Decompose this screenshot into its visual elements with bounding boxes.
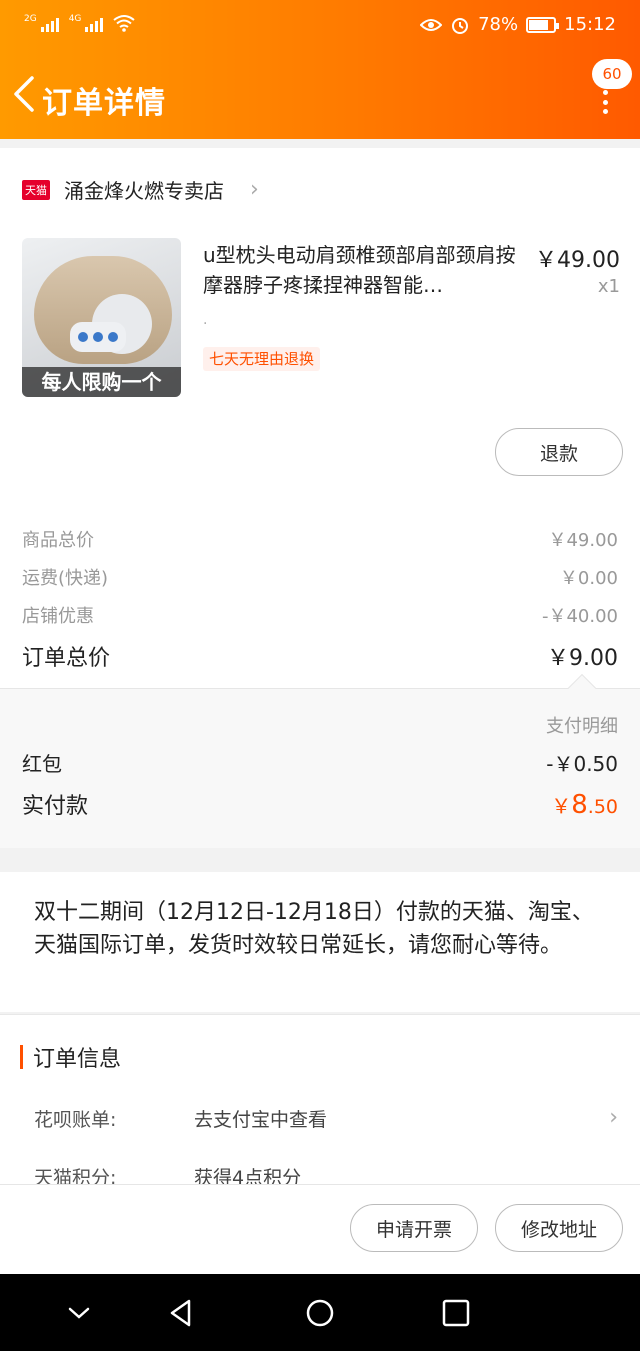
message-count-badge[interactable]: 60 bbox=[592, 59, 632, 89]
paid-amount-label: 实付款 bbox=[22, 794, 89, 819]
page-title: 订单详情 bbox=[42, 86, 166, 121]
app-header: 2G 4G 78% 15:12 订单详情 60 bbox=[0, 0, 640, 139]
wifi-icon bbox=[113, 15, 136, 32]
section-accent-bar bbox=[20, 1045, 23, 1069]
back-icon[interactable] bbox=[10, 74, 40, 114]
huabei-row[interactable]: 花呗账单: 去支付宝中查看 › bbox=[34, 1105, 618, 1132]
battery-icon bbox=[526, 16, 560, 33]
clock: 15:12 bbox=[564, 14, 616, 35]
product-title[interactable]: u型枕头电动肩颈椎颈部肩部颈肩按摩器脖子疼揉捏神器智能… bbox=[203, 240, 525, 300]
red-packet-label: 红包 bbox=[22, 752, 62, 776]
shop-link[interactable]: 天猫 涌金烽火燃专卖店 › bbox=[22, 175, 259, 204]
more-menu-icon[interactable] bbox=[600, 90, 610, 114]
status-bar: 2G 4G 78% 15:12 bbox=[0, 0, 640, 54]
payment-detail-row: 支付明细 bbox=[22, 712, 618, 738]
paid-currency: ￥ bbox=[551, 794, 572, 818]
shop-name: 涌金烽火燃专卖店 bbox=[64, 179, 224, 203]
change-address-button[interactable]: 修改地址 bbox=[495, 1204, 623, 1252]
order-total-value: ￥9.00 bbox=[547, 646, 618, 671]
paid-decimal: .50 bbox=[587, 796, 618, 818]
pillow-illustration bbox=[34, 256, 172, 364]
home-nav-icon[interactable] bbox=[305, 1298, 335, 1328]
goods-total-row: 商品总价 ￥49.00 bbox=[22, 526, 618, 552]
shop-discount-value: -￥40.00 bbox=[541, 606, 618, 627]
huabei-value: 去支付宝中查看 bbox=[194, 1109, 328, 1131]
shop-discount-row: 店铺优惠 -￥40.00 bbox=[22, 602, 618, 628]
huabei-label: 花呗账单: bbox=[34, 1109, 117, 1131]
eye-icon bbox=[420, 18, 443, 31]
shop-discount-label: 店铺优惠 bbox=[22, 606, 94, 627]
goods-total-value: ￥49.00 bbox=[548, 530, 618, 551]
paid-amount-value: ￥8.50 bbox=[551, 790, 618, 820]
red-packet-value: -￥0.50 bbox=[546, 752, 618, 776]
paid-amount-row: 实付款 ￥8.50 bbox=[22, 788, 618, 820]
back-nav-icon[interactable] bbox=[167, 1298, 197, 1328]
shipping-notice: 双十二期间（12月12日-12月18日）付款的天猫、淘宝、天猫国际订单，发货时效… bbox=[0, 872, 640, 1012]
product-quantity: x1 bbox=[597, 276, 620, 297]
alarm-icon bbox=[452, 17, 469, 34]
battery-fill bbox=[529, 19, 548, 30]
order-info-title: 订单信息 bbox=[33, 1047, 122, 1072]
hide-nav-icon[interactable] bbox=[64, 1298, 94, 1328]
chevron-right-icon: › bbox=[250, 177, 259, 202]
signal-icon-1: 2G bbox=[24, 14, 59, 32]
shipping-notice-text: 双十二期间（12月12日-12月18日）付款的天猫、淘宝、天猫国际订单，发货时效… bbox=[34, 900, 594, 958]
battery-percent: 78% bbox=[478, 14, 519, 35]
payment-detail-link[interactable]: 支付明细 bbox=[546, 712, 618, 738]
title-bar: 订单详情 60 bbox=[0, 59, 640, 130]
system-nav-bar bbox=[0, 1274, 640, 1351]
purchase-limit-caption: 每人限购一个 bbox=[22, 367, 181, 397]
shipping-value: ￥0.00 bbox=[559, 568, 618, 589]
refund-button[interactable]: 退款 bbox=[495, 428, 623, 476]
return-policy-tag: 七天无理由退换 bbox=[203, 347, 321, 371]
red-packet-row: 红包 -￥0.50 bbox=[22, 748, 618, 777]
shipping-row: 运费(快递) ￥0.00 bbox=[22, 564, 618, 590]
product-spec: . bbox=[203, 312, 208, 328]
chevron-right-icon: › bbox=[609, 1105, 618, 1130]
product-price: ￥49.00 bbox=[535, 248, 620, 273]
apply-invoice-button[interactable]: 申请开票 bbox=[350, 1204, 478, 1252]
order-info-section: 订单信息 花呗账单: 去支付宝中查看 › 天猫积分: 获得4点积分 bbox=[0, 1014, 640, 1189]
tmall-logo-icon: 天猫 bbox=[22, 179, 50, 200]
order-total-row: 订单总价 ￥9.00 bbox=[22, 640, 618, 672]
signal-icon-2: 4G bbox=[69, 14, 104, 32]
recents-nav-icon[interactable] bbox=[441, 1298, 471, 1328]
paid-integer: 8 bbox=[571, 790, 588, 820]
bottom-action-bar: 申请开票 修改地址 bbox=[0, 1184, 640, 1274]
order-total-label: 订单总价 bbox=[22, 646, 111, 671]
goods-total-label: 商品总价 bbox=[22, 530, 94, 551]
shipping-label: 运费(快递) bbox=[22, 568, 109, 589]
product-image[interactable]: 每人限购一个 bbox=[22, 238, 181, 397]
